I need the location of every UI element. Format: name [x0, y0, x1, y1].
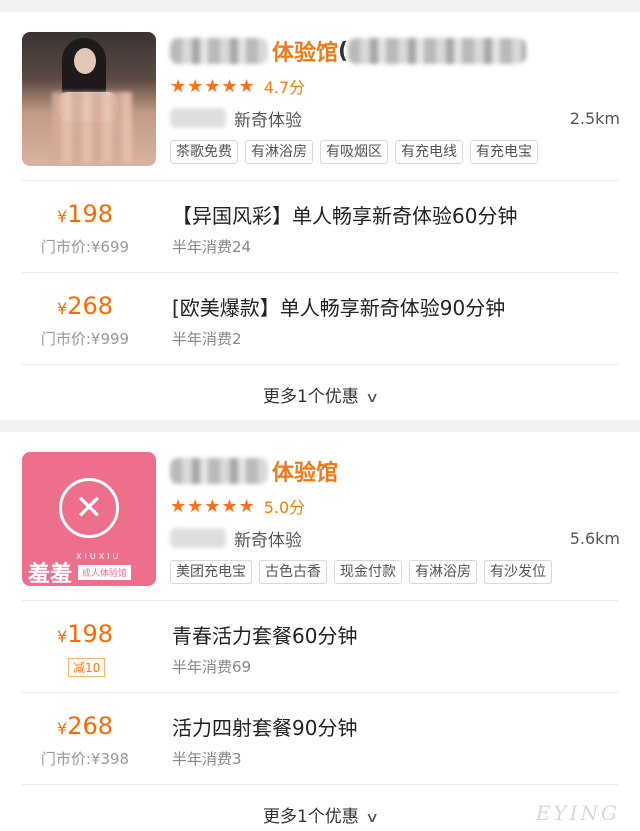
deal-sales: 半年消费2 [172, 330, 242, 348]
star-icon: ★★★★★ [170, 75, 256, 97]
facility-tag: 有淋浴房 [409, 560, 477, 584]
facility-tag: 有充电宝 [470, 140, 538, 164]
category-row: 新奇体验 2.5km [170, 106, 620, 131]
deal-title: 【异国风彩】单人畅享新奇体验60分钟 [172, 204, 518, 228]
deal-price: ¥198 [0, 620, 170, 648]
deal-price-value: 198 [67, 200, 113, 228]
facility-tag: 古色古香 [259, 560, 327, 584]
shop-card-1[interactable]: 体验馆 ( ★★★★★ 4.7分 新奇体验 2.5km 茶歌免费 有淋浴房 有吸… [0, 12, 640, 420]
deal-price: ¥268 [0, 712, 170, 740]
blurred-shop-name [170, 458, 268, 484]
facility-tags: 茶歌免费 有淋浴房 有吸烟区 有充电线 有充电宝 [170, 140, 538, 164]
thumbnail-mosaic [52, 92, 132, 162]
divider [22, 364, 618, 365]
deal-price-value: 268 [67, 292, 113, 320]
facility-tag: 茶歌免费 [170, 140, 238, 164]
watermark: EYING [535, 801, 620, 825]
deal-price-value: 198 [67, 620, 113, 648]
shop-title-paren: ( [338, 38, 349, 64]
deal-price-value: 268 [67, 712, 113, 740]
blurred-area [170, 108, 226, 128]
shop-title-row[interactable]: 体验馆 [170, 454, 338, 488]
brand-name: 羞羞 [28, 562, 73, 586]
facility-tag: 美团充电宝 [170, 560, 252, 584]
deal-title: [欧美爆款】单人畅享新奇体验90分钟 [172, 296, 506, 320]
more-offers-button[interactable]: 更多1个优惠 ∨ [0, 382, 640, 407]
facility-tag: 有淋浴房 [245, 140, 313, 164]
brand-logo-icon: ✕ [74, 488, 104, 528]
facility-tags: 美团充电宝 古色古香 现金付款 有淋浴房 有沙发位 [170, 560, 552, 584]
thumbnail-face [74, 48, 96, 74]
more-offers-label: 更多1个优惠 [262, 807, 359, 827]
original-price: 门市价:¥398 [40, 750, 130, 768]
deal-sales: 半年消费24 [172, 238, 252, 256]
deal-item[interactable]: ¥198 减10 青春活力套餐60分钟 半年消费69 [0, 600, 640, 692]
shop-distance: 2.5km [569, 108, 620, 128]
rating-row: ★★★★★ 5.0分 [170, 494, 305, 518]
shop-title-row[interactable]: 体验馆 ( [170, 34, 527, 68]
deal-item[interactable]: ¥198 门市价:¥699 【异国风彩】单人畅享新奇体验60分钟 半年消费24 [0, 180, 640, 272]
star-icon: ★★★★★ [170, 495, 256, 517]
divider [22, 784, 618, 785]
shop-title: 体验馆 [272, 41, 339, 66]
deal-title: 青春活力套餐60分钟 [172, 624, 358, 648]
shop-thumbnail[interactable]: ✕ 羞羞 XIUXIU 成人体验馆 [22, 452, 156, 586]
facility-tag: 有沙发位 [484, 560, 552, 584]
currency-symbol: ¥ [57, 627, 68, 646]
currency-symbol: ¥ [57, 207, 68, 226]
deal-price: ¥268 [0, 292, 170, 320]
shop-distance: 5.6km [569, 528, 620, 548]
blurred-shop-name [170, 38, 268, 64]
rating-score: 5.0分 [263, 498, 306, 517]
chevron-down-icon: ∨ [364, 390, 380, 406]
more-offers-label: 更多1个优惠 [262, 387, 359, 407]
brand-tag: 成人体验馆 [78, 565, 132, 580]
rating-row: ★★★★★ 4.7分 [170, 74, 305, 98]
shop-title: 体验馆 [272, 461, 339, 486]
deal-price: ¥198 [0, 200, 170, 228]
currency-symbol: ¥ [57, 719, 68, 738]
chevron-down-icon: ∨ [364, 810, 380, 826]
blurred-area [170, 528, 226, 548]
facility-tag: 有吸烟区 [320, 140, 388, 164]
deal-sales: 半年消费69 [172, 658, 252, 676]
original-price: 门市价:¥999 [40, 330, 130, 348]
deal-title: 活力四射套餐90分钟 [172, 716, 358, 740]
shop-thumbnail[interactable] [22, 32, 156, 166]
discount-badge: 减10 [68, 658, 106, 677]
deal-sales: 半年消费3 [172, 750, 242, 768]
shop-category: 新奇体验 [234, 110, 302, 131]
facility-tag: 现金付款 [334, 560, 402, 584]
shop-category: 新奇体验 [234, 530, 302, 551]
shop-card-2[interactable]: ✕ 羞羞 XIUXIU 成人体验馆 体验馆 ★★★★★ 5.0分 新奇体验 5.… [0, 432, 640, 831]
category-row: 新奇体验 5.6km [170, 526, 620, 551]
rating-score: 4.7分 [263, 78, 306, 97]
brand-name-en: XIUXIU [76, 552, 122, 561]
currency-symbol: ¥ [57, 299, 68, 318]
deal-item[interactable]: ¥268 门市价:¥398 活力四射套餐90分钟 半年消费3 [0, 692, 640, 784]
original-price: 门市价:¥699 [40, 238, 130, 256]
blurred-branch-name [348, 38, 527, 64]
deal-item[interactable]: ¥268 门市价:¥999 [欧美爆款】单人畅享新奇体验90分钟 半年消费2 [0, 272, 640, 364]
facility-tag: 有充电线 [395, 140, 463, 164]
